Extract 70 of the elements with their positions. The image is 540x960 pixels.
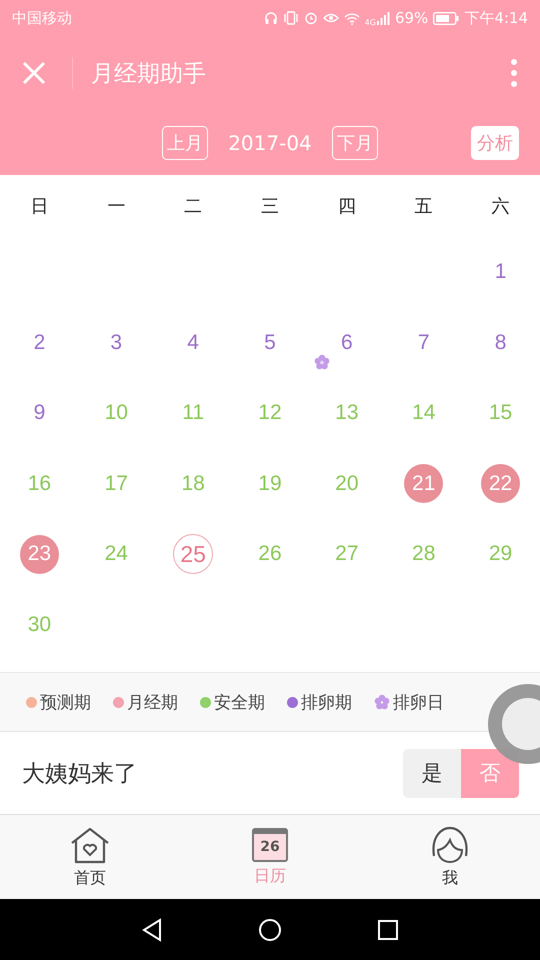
battery-percent: 69% <box>394 9 428 27</box>
legend-label: 月经期 <box>127 692 178 714</box>
headphones-icon <box>264 11 278 25</box>
calendar-day[interactable]: 21 <box>404 464 444 504</box>
calendar-day[interactable]: 11 <box>174 394 213 433</box>
weekday-label: 一 <box>106 195 126 218</box>
weekday-label: 二 <box>183 195 204 218</box>
wifi-icon <box>344 12 360 24</box>
analysis-button[interactable]: 分析 <box>471 126 519 160</box>
calendar-day[interactable]: 26 <box>250 534 290 574</box>
legend-label: 排卵期 <box>301 692 352 714</box>
tab[interactable]: 首页 <box>30 815 150 899</box>
calendar-day[interactable]: 27 <box>327 534 366 574</box>
calendar-day[interactable]: 17 <box>96 464 136 504</box>
calendar-day[interactable]: 3 <box>96 323 136 362</box>
calendar-day[interactable]: 25 <box>173 534 214 574</box>
tab[interactable]: 26 日历 <box>210 815 330 899</box>
calendar-day[interactable]: 10 <box>96 394 136 433</box>
next-month-button[interactable]: 下月 <box>332 126 378 160</box>
calendar-day[interactable]: 30 <box>20 605 59 644</box>
vibrate-icon <box>282 11 299 25</box>
tab[interactable]: 我 <box>390 815 510 899</box>
calendar-day[interactable]: 13 <box>327 394 366 433</box>
back-icon[interactable] <box>141 918 163 942</box>
legend-label: 安全期 <box>214 692 265 714</box>
window-title: 月经期助手 <box>91 60 207 88</box>
calendar-day[interactable]: 29 <box>481 534 520 574</box>
calendar-day[interactable]: 18 <box>174 464 213 504</box>
calendar-day[interactable]: 7 <box>404 323 444 362</box>
battery-icon <box>433 12 460 24</box>
close-icon <box>22 61 46 85</box>
calendar-day[interactable]: 12 <box>250 394 290 433</box>
clock-time: 下午4:14 <box>464 8 528 28</box>
calendar-day[interactable]: 6 <box>327 323 366 362</box>
more-icon <box>510 58 518 88</box>
signal-icon <box>376 12 390 24</box>
previous-month-button[interactable]: 上月 <box>162 126 208 160</box>
legend-label: 排卵日 <box>393 692 444 714</box>
calendar-day[interactable]: 8 <box>481 323 520 362</box>
calendar-day[interactable]: 15 <box>481 394 520 433</box>
weekday-label: 四 <box>336 195 357 218</box>
option-button[interactable]: 是 <box>403 748 461 798</box>
question-label: 大姨妈来了 <box>22 760 137 788</box>
calendar-day[interactable]: 28 <box>404 534 444 574</box>
calendar-day[interactable]: 19 <box>250 464 290 504</box>
calendar-day[interactable]: 23 <box>20 534 59 574</box>
calendar-day[interactable]: 1 <box>481 252 520 292</box>
calendar-day[interactable]: 16 <box>20 464 59 504</box>
eye-icon <box>322 12 339 24</box>
calendar-day[interactable]: 22 <box>481 464 520 504</box>
calendar-day[interactable]: 4 <box>174 323 213 362</box>
legend-label: 预测期 <box>40 692 91 714</box>
calendar-day[interactable]: 9 <box>20 394 59 433</box>
option-button[interactable]: 否 <box>461 748 519 798</box>
weekday-label: 六 <box>490 195 511 218</box>
calendar-date: 26 <box>260 838 280 854</box>
calendar-day[interactable]: 2 <box>20 323 59 362</box>
home-icon[interactable] <box>258 918 282 942</box>
alarm-icon <box>304 11 318 25</box>
weekday-label: 三 <box>260 195 280 218</box>
carrier-name: 中国移动 <box>12 8 72 28</box>
calendar-day[interactable]: 24 <box>96 534 136 574</box>
month-label: 2017-04 <box>228 130 312 154</box>
calendar-day[interactable]: 20 <box>327 464 366 504</box>
calendar-day[interactable]: 5 <box>250 323 290 362</box>
weekday-label: 五 <box>414 195 434 218</box>
calendar-day[interactable]: 14 <box>404 394 444 433</box>
weekday-label: 日 <box>29 195 50 218</box>
recent-apps-icon[interactable] <box>377 918 399 940</box>
network-type: 4G <box>364 18 376 26</box>
